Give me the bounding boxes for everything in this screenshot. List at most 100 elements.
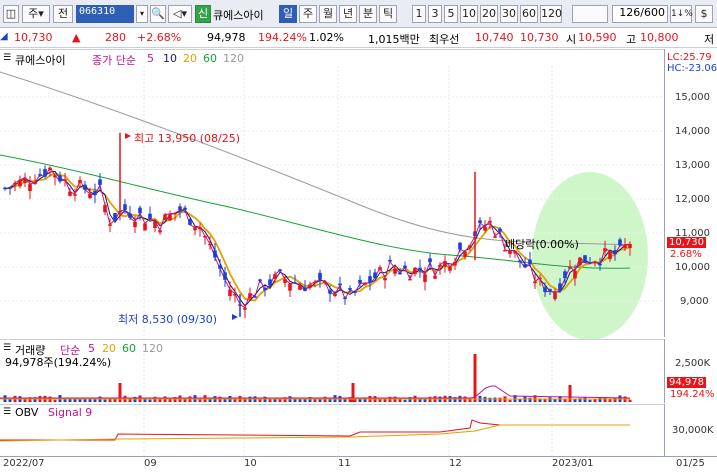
candle-body bbox=[348, 288, 352, 290]
candle-body bbox=[133, 221, 137, 228]
candle-body bbox=[533, 281, 537, 284]
candle-body bbox=[203, 235, 207, 238]
date-axis bbox=[0, 456, 717, 473]
candle-body bbox=[88, 193, 92, 198]
date-label-12: 12 bbox=[449, 458, 462, 469]
candle-body bbox=[123, 204, 127, 210]
candle-body bbox=[578, 257, 582, 266]
ma5-label: 5 bbox=[147, 52, 154, 65]
candle-body bbox=[278, 269, 282, 271]
candle-body bbox=[48, 167, 52, 171]
candle-body bbox=[253, 296, 257, 298]
candle-body bbox=[248, 293, 252, 299]
axis-label-15000: 15,000 bbox=[675, 92, 710, 103]
candle-body bbox=[528, 259, 532, 265]
low-note: 최저 8,530 (09/30) bbox=[118, 313, 218, 326]
axis-label-9000: 9,000 bbox=[680, 296, 709, 307]
hc-label: HC:-23.06 bbox=[667, 63, 717, 74]
lc-label: LC:25.79 bbox=[667, 52, 712, 63]
candle-body bbox=[178, 206, 182, 211]
candle-body bbox=[83, 184, 87, 190]
candle-body bbox=[598, 263, 602, 266]
axis-label-12000: 12,000 bbox=[675, 194, 710, 205]
candle-body bbox=[168, 213, 172, 221]
candle-body bbox=[463, 251, 467, 257]
candle-body bbox=[623, 244, 627, 248]
candle-body bbox=[603, 248, 607, 252]
candle-body bbox=[103, 204, 107, 213]
candle-body bbox=[233, 293, 237, 296]
candle-body bbox=[58, 175, 62, 182]
ma60-label: 60 bbox=[203, 52, 217, 65]
volume-pct-tag: 194.24% bbox=[670, 389, 715, 400]
candle-body bbox=[23, 177, 27, 183]
candle-body bbox=[263, 287, 267, 291]
candle-body bbox=[208, 243, 212, 246]
candle-body bbox=[368, 276, 372, 283]
vol-ma60-label: 60 bbox=[122, 342, 136, 355]
candle-body bbox=[588, 262, 592, 264]
candle-body bbox=[628, 244, 632, 248]
current-price-tag: 10,730 bbox=[667, 237, 706, 248]
candle-body bbox=[53, 175, 57, 178]
volume-tag: 94,978 bbox=[667, 377, 706, 388]
date-label-11: 11 bbox=[338, 458, 351, 469]
ma-indicator-label[interactable]: 종가 단순 bbox=[92, 52, 136, 68]
axis-label-13000: 13,000 bbox=[675, 160, 710, 171]
obv-title: OBV bbox=[15, 406, 39, 419]
candle-body bbox=[523, 264, 527, 268]
menu-icon[interactable]: ☰ bbox=[3, 343, 11, 353]
candle-body bbox=[158, 230, 162, 233]
candle-body bbox=[573, 270, 577, 279]
menu-icon[interactable]: ☰ bbox=[3, 407, 11, 417]
candle-body bbox=[193, 227, 197, 231]
ma20-label: 20 bbox=[183, 52, 197, 65]
candle-body bbox=[308, 284, 312, 288]
candle-body bbox=[98, 179, 102, 185]
candle-body bbox=[293, 282, 297, 284]
candle-body bbox=[493, 236, 497, 238]
candle-body bbox=[358, 279, 362, 284]
candle-body bbox=[383, 278, 387, 281]
candle-body bbox=[413, 267, 417, 274]
candle-body bbox=[433, 275, 437, 279]
candle-body bbox=[558, 283, 562, 291]
candle-body bbox=[388, 259, 392, 262]
candle-body bbox=[328, 290, 332, 294]
candle-body bbox=[188, 219, 192, 225]
menu-icon[interactable]: ☰ bbox=[3, 53, 11, 63]
candle-body bbox=[338, 283, 342, 286]
candle-body bbox=[173, 212, 177, 215]
candle-body bbox=[608, 251, 612, 260]
volume-pane[interactable] bbox=[0, 339, 664, 403]
candle-body bbox=[313, 281, 317, 284]
candle-body bbox=[568, 266, 572, 269]
candle-body bbox=[318, 272, 322, 280]
candle-body bbox=[243, 307, 247, 310]
candle-body bbox=[478, 220, 482, 223]
candle-body bbox=[363, 282, 367, 285]
candle-body bbox=[183, 207, 187, 210]
candle-body bbox=[163, 214, 167, 221]
candle-body bbox=[538, 277, 542, 280]
candle-body bbox=[13, 182, 17, 185]
candle-body bbox=[403, 265, 407, 269]
candle-body bbox=[613, 250, 617, 255]
high-note: 최고 13,950 (08/25) bbox=[134, 132, 241, 145]
candle-body bbox=[228, 289, 232, 297]
candle-body bbox=[323, 281, 327, 284]
candle-body bbox=[153, 221, 157, 229]
obv-pane[interactable] bbox=[0, 404, 664, 456]
date-label-09: 09 bbox=[144, 458, 157, 469]
candle-body bbox=[583, 255, 587, 263]
candle-body bbox=[3, 187, 7, 190]
axis-label-14000: 14,000 bbox=[675, 126, 710, 137]
percent-tag: 2.68% bbox=[670, 249, 702, 260]
ex-dividend-note: 배당락(0.00%) bbox=[505, 238, 579, 251]
candle-body bbox=[443, 261, 447, 267]
candle-body bbox=[143, 223, 147, 231]
ma120-label: 120 bbox=[223, 52, 244, 65]
candle-body bbox=[593, 261, 597, 264]
candle-body bbox=[543, 287, 547, 292]
candle-body bbox=[273, 274, 277, 280]
